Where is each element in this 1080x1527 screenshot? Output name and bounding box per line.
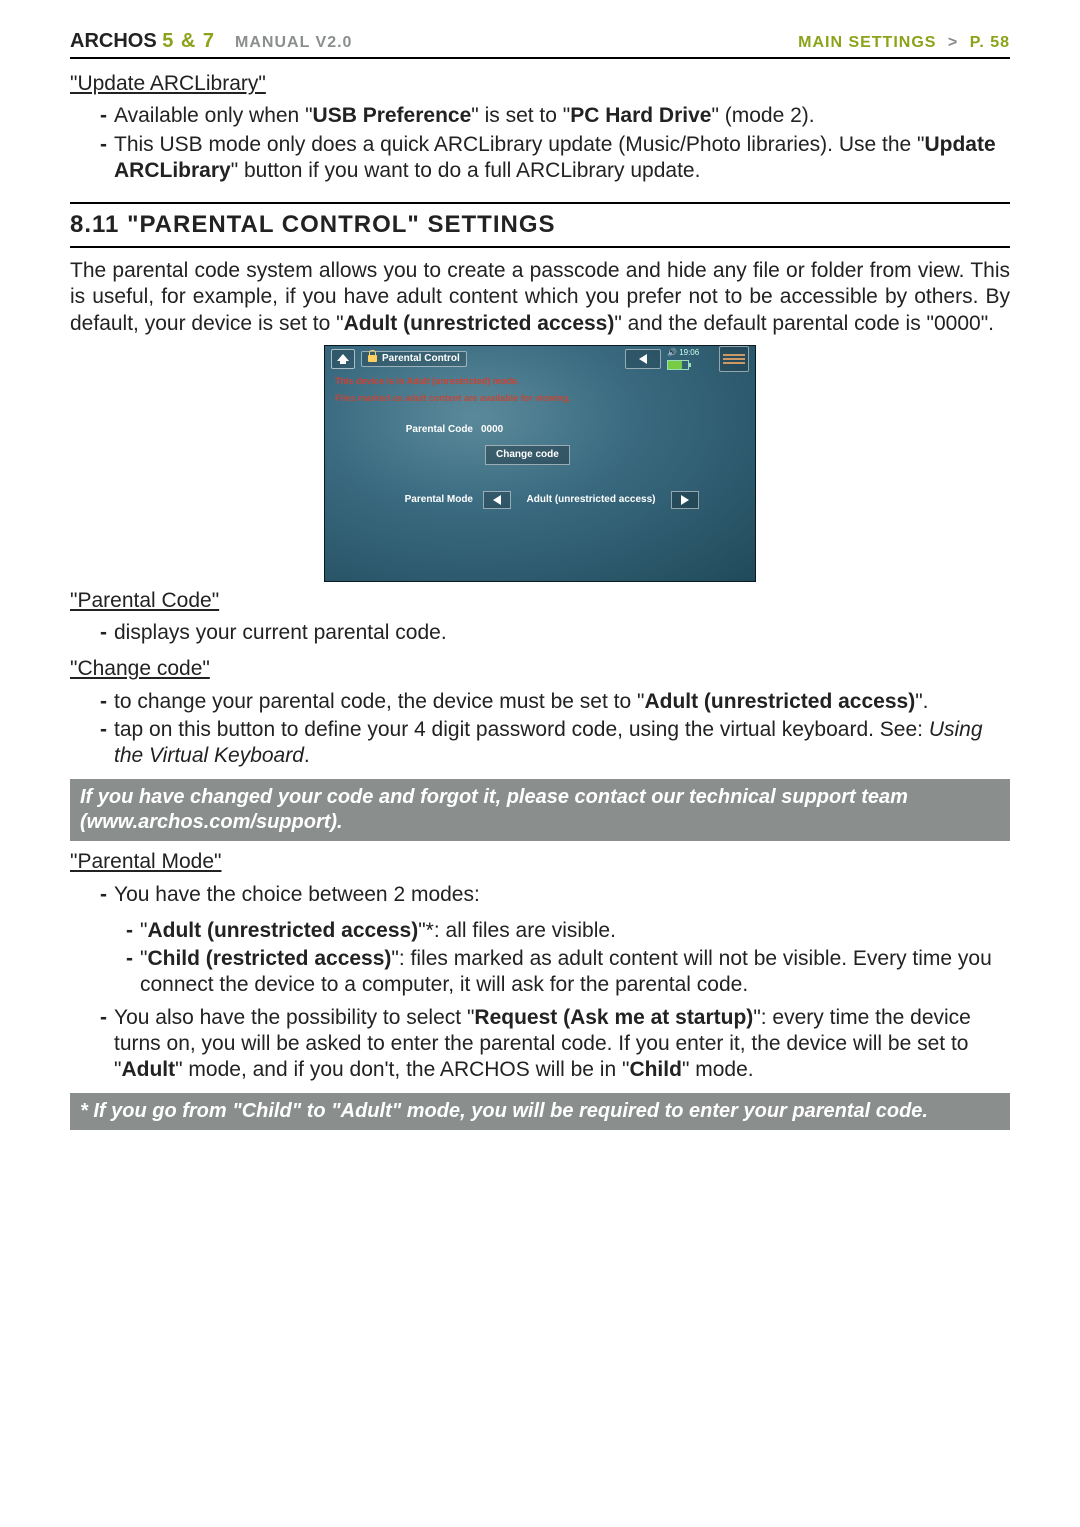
mode-prev-button[interactable] (483, 491, 511, 509)
breadcrumb-page: P. 58 (970, 34, 1010, 51)
parental-mode-row: Parental Mode Adult (unrestricted access… (325, 465, 755, 509)
device-screenshot: Parental Control 🔊 19:06 This device is … (70, 345, 1010, 582)
list-item: displays your current parental code. (100, 620, 1010, 646)
change-code-title: "Change code" (70, 656, 1010, 682)
list-item: to change your parental code, the device… (100, 689, 1010, 715)
parental-mode-label: Parental Mode (385, 494, 473, 507)
manual-label: MANUAL V2.0 (235, 34, 778, 52)
section-number: 8.11 (70, 211, 119, 238)
footnote: * If you go from "Child" to "Adult" mode… (70, 1093, 1010, 1130)
arclib-list: Available only when "USB Preference" is … (70, 103, 1010, 184)
breadcrumb-section: MAIN SETTINGS (798, 34, 936, 51)
list-item: "Adult (unrestricted access)"*: all file… (126, 918, 1010, 944)
back-icon[interactable] (625, 349, 661, 369)
parental-mode-list-2: You also have the possibility to select … (70, 1005, 1010, 1084)
breadcrumb: MAIN SETTINGS > P. 58 (798, 34, 1010, 52)
device-title: Parental Control (382, 353, 460, 366)
parental-mode-list: You have the choice between 2 modes: (70, 882, 1010, 908)
parental-code-label: Parental Code (385, 424, 473, 437)
section-heading: 8.11 "PARENTAL CONTROL" SETTINGS (70, 202, 1010, 248)
brand-logo: ARCHOS 5 & 7 (70, 30, 215, 53)
battery-icon (667, 360, 689, 370)
parental-code-title: "Parental Code" (70, 588, 1010, 614)
home-icon[interactable] (331, 349, 355, 369)
arclib-title: "Update ARCLibrary" (70, 71, 1010, 97)
page-header: ARCHOS 5 & 7 MANUAL V2.0 MAIN SETTINGS >… (70, 30, 1010, 59)
list-item: This USB mode only does a quick ARCLibra… (100, 132, 1010, 185)
parental-mode-sublist: "Adult (unrestricted access)"*: all file… (70, 918, 1010, 999)
parental-mode-value: Adult (unrestricted access) (521, 494, 661, 507)
list-item: Available only when "USB Preference" is … (100, 103, 1010, 129)
list-item: tap on this button to define your 4 digi… (100, 717, 1010, 770)
brand-name: ARCHOS (70, 30, 157, 52)
lock-icon (368, 355, 377, 362)
mode-next-button[interactable] (671, 491, 699, 509)
intro-paragraph: The parental code system allows you to c… (70, 258, 1010, 337)
section-title: "PARENTAL CONTROL" SETTINGS (127, 211, 555, 238)
change-code-button[interactable]: Change code (485, 445, 570, 466)
list-item: You also have the possibility to select … (100, 1005, 1010, 1084)
parental-mode-title: "Parental Mode" (70, 849, 1010, 875)
parental-code-row: Parental Code 0000 (325, 410, 755, 437)
list-item: "Child (restricted access)": files marke… (126, 946, 1010, 999)
breadcrumb-sep: > (948, 34, 958, 51)
screen-title-pill: Parental Control (361, 351, 467, 368)
status-area: 🔊 19:06 (667, 348, 713, 370)
device-warning-1: This device is in Adult (unrestricted) m… (325, 372, 755, 387)
brand-models: 5 & 7 (162, 30, 215, 52)
menu-icon[interactable] (719, 346, 749, 372)
parental-code-list: displays your current parental code. (70, 620, 1010, 646)
clock: 19:06 (679, 348, 699, 357)
support-note: If you have changed your code and forgot… (70, 779, 1010, 841)
parental-code-value: 0000 (481, 424, 503, 437)
device-topbar: Parental Control 🔊 19:06 (325, 346, 755, 372)
change-code-list: to change your parental code, the device… (70, 689, 1010, 770)
device-warning-2: Files marked as adult content are availa… (325, 387, 755, 410)
list-item: You have the choice between 2 modes: (100, 882, 1010, 908)
